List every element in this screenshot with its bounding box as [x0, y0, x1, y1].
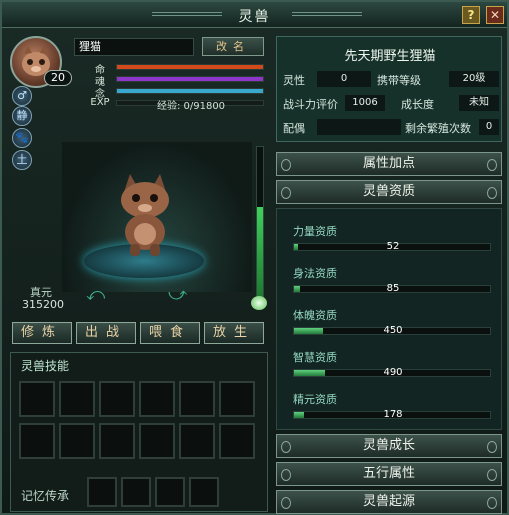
- skill-slot[interactable]: [219, 423, 255, 459]
- exp-label: EXP: [90, 97, 110, 108]
- window-title: 灵兽: [238, 9, 271, 25]
- earth-element-icon[interactable]: 土: [12, 150, 32, 170]
- aptitude-header[interactable]: 灵兽资质: [276, 180, 502, 204]
- agility-aptitude-value: 85: [386, 283, 400, 294]
- release-button[interactable]: 放生: [204, 322, 264, 344]
- battle-button[interactable]: 出战: [76, 322, 136, 344]
- vertical-gauge-fill: [257, 207, 263, 297]
- info-row: 灵性 0 携带等级 20级: [283, 71, 499, 87]
- essence-aptitude-value: 178: [383, 409, 403, 420]
- help-button[interactable]: ?: [462, 6, 480, 24]
- strength-aptitude-bar: 52: [293, 241, 491, 252]
- pet-info-panel: 先天期野生狸猫 灵性 0 携带等级 20级 战斗力评价 1006 成长度 未知 …: [276, 36, 502, 142]
- skill-slot[interactable]: [179, 381, 215, 417]
- hp-bar: 命: [88, 62, 266, 76]
- physique-aptitude-label: 体魄资质: [293, 309, 337, 322]
- strength-aptitude-value: 52: [386, 241, 400, 252]
- pet-level-badge: 20: [44, 70, 72, 86]
- calm-icon[interactable]: 静: [12, 106, 32, 126]
- wisdom-aptitude-label: 智慧资质: [293, 351, 337, 364]
- rename-button[interactable]: 改名: [202, 37, 264, 56]
- skill-slot[interactable]: [59, 381, 95, 417]
- growth-value: 未知: [459, 95, 499, 111]
- spirit-value: 0: [317, 71, 371, 87]
- close-button[interactable]: ✕: [486, 6, 504, 24]
- growth-label: 成长度: [401, 98, 434, 111]
- skill-slot[interactable]: [219, 381, 255, 417]
- exp-bar-track: 经验: 0/91800: [116, 100, 264, 112]
- physique-aptitude-value: 450: [383, 325, 403, 336]
- exp-bar: EXP 经验: 0/91800: [88, 97, 266, 112]
- soul-bar: 魂: [88, 74, 266, 88]
- five-elements-header[interactable]: 五行属性: [276, 462, 502, 486]
- memory-slot[interactable]: [87, 477, 117, 507]
- aptitude-panel: 力量资质 52 身法资质 85 体魄资质 450 智慧资质 490 精元资质 1…: [276, 208, 502, 430]
- mate-label: 配偶: [283, 122, 305, 135]
- rotate-left-icon[interactable]: ⤺: [86, 284, 105, 305]
- title-bar[interactable]: 灵兽 ? ✕: [2, 2, 507, 28]
- breeding-left-label: 剩余繁殖次数: [405, 122, 471, 135]
- attribute-points-header[interactable]: 属性加点: [276, 152, 502, 176]
- mind-bar: 念: [88, 86, 266, 100]
- exp-text: 经验: 0/91800: [156, 101, 226, 112]
- zhenyuan-value: 315200: [22, 298, 64, 311]
- pet-window: 灵兽 ? ✕ 20 狸猫 改名 命 魂 念 EXP 经验: 0/91800 ♂ …: [0, 0, 509, 515]
- hp-bar-fill: [116, 64, 264, 70]
- carry-level-label: 携带等级: [377, 74, 421, 87]
- title-ornament-right: [292, 12, 362, 16]
- vertical-gauge: [256, 146, 264, 298]
- pet-name-field: 狸猫: [74, 38, 194, 56]
- cultivate-button[interactable]: 修炼: [12, 322, 72, 344]
- skill-slot[interactable]: [139, 381, 175, 417]
- essence-aptitude-label: 精元资质: [293, 393, 337, 406]
- pet-type-title: 先天期野生狸猫: [344, 49, 436, 64]
- skill-slot[interactable]: [59, 423, 95, 459]
- combat-rating-label: 战斗力评价: [283, 98, 338, 111]
- info-row: 战斗力评价 1006 成长度 未知: [283, 95, 499, 111]
- skills-panel: 灵兽技能 记忆传承: [10, 352, 268, 512]
- agility-aptitude-label: 身法资质: [293, 267, 337, 280]
- agility-aptitude-bar: 85: [293, 283, 491, 294]
- gender-male-icon[interactable]: ♂: [12, 86, 32, 106]
- carry-level-value: 20级: [449, 71, 499, 87]
- skill-slot[interactable]: [19, 381, 55, 417]
- essence-aptitude-bar: 178: [293, 409, 491, 420]
- memory-slot[interactable]: [189, 477, 219, 507]
- skill-slot[interactable]: [99, 423, 135, 459]
- strength-aptitude-label: 力量资质: [293, 225, 337, 238]
- soul-bar-fill: [116, 76, 264, 82]
- memory-slot[interactable]: [121, 477, 151, 507]
- skill-slot[interactable]: [179, 423, 215, 459]
- physique-aptitude-bar: 450: [293, 325, 491, 336]
- rotate-right-icon[interactable]: ⤻: [168, 284, 187, 305]
- wisdom-aptitude-bar: 490: [293, 367, 491, 378]
- paw-icon[interactable]: 🐾: [12, 128, 32, 148]
- breeding-left-value: 0: [479, 119, 499, 135]
- pet-growth-header[interactable]: 灵兽成长: [276, 434, 502, 458]
- feed-button[interactable]: 喂食: [140, 322, 200, 344]
- mind-bar-fill: [116, 88, 264, 94]
- info-row: 配偶 剩余繁殖次数 0: [283, 119, 499, 135]
- pet-origin-header[interactable]: 灵兽起源: [276, 490, 502, 514]
- mate-value: [317, 119, 401, 135]
- spirit-label: 灵性: [283, 74, 305, 87]
- memory-slot[interactable]: [155, 477, 185, 507]
- memory-inherit-label: 记忆传承: [21, 489, 70, 503]
- skill-slot[interactable]: [99, 381, 135, 417]
- skills-title: 灵兽技能: [21, 359, 70, 373]
- wisdom-aptitude-value: 490: [383, 367, 403, 378]
- skill-slot[interactable]: [19, 423, 55, 459]
- skill-slot[interactable]: [139, 423, 175, 459]
- combat-rating-value: 1006: [345, 95, 385, 111]
- pet-model-icon: [121, 174, 169, 256]
- gauge-orb-icon: [251, 296, 267, 310]
